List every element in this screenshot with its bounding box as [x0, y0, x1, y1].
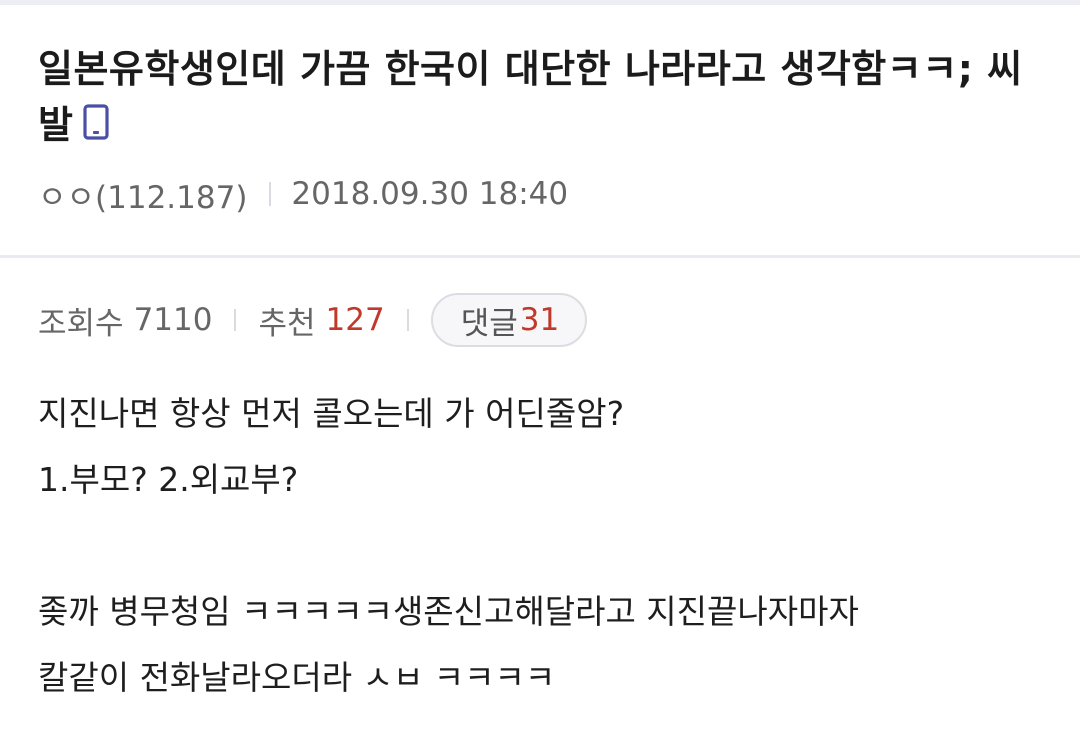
- body-line: 지진나면 항상 먼저 콜오는데 가 어딘줄암?: [38, 394, 625, 433]
- post-title-text: 일본유학생인데 가끔 한국이 대단한 나라라고 생각함ㅋㅋ; 씨발: [38, 47, 1023, 147]
- stats-divider: [234, 309, 237, 331]
- post-header: 일본유학생인데 가끔 한국이 대단한 나라라고 생각함ㅋㅋ; 씨발 ㅇㅇ(112…: [0, 5, 1080, 256]
- views-label: 조회수: [38, 305, 124, 342]
- post-stats: 조회수 7110 추천 127 댓글 31: [38, 288, 588, 352]
- recommend-count: 127: [325, 302, 385, 338]
- comments-label: 댓글: [460, 305, 518, 342]
- mobile-phone-icon: [83, 99, 110, 140]
- header-divider: [0, 255, 1080, 258]
- post-datetime: 2018.09.30 18:40: [291, 176, 569, 212]
- post-title: 일본유학생인데 가끔 한국이 대단한 나라라고 생각함ㅋㅋ; 씨발: [38, 41, 1050, 153]
- body-line: 1.부모? 2.외교부?: [38, 460, 299, 499]
- comments-count: 31: [519, 302, 560, 338]
- post-author[interactable]: ㅇㅇ(112.187): [38, 172, 247, 217]
- recommend-label: 추천: [258, 305, 316, 342]
- stats-divider: [406, 309, 409, 331]
- post-page: 일본유학생인데 가끔 한국이 대단한 나라라고 생각함ㅋㅋ; 씨발 ㅇㅇ(112…: [0, 0, 1080, 730]
- views-count: 7110: [133, 302, 213, 338]
- post-body: 지진나면 항상 먼저 콜오는데 가 어딘줄암? 1.부모? 2.외교부? 좆까 …: [38, 381, 1048, 711]
- body-blank-line: [38, 513, 1048, 579]
- body-line: 좆까 병무청임 ㅋㅋㅋㅋㅋ생존신고해달라고 지진끝나자마자: [38, 592, 859, 631]
- post-meta: ㅇㅇ(112.187) 2018.09.30 18:40: [38, 172, 1050, 217]
- meta-divider: [269, 182, 272, 206]
- comments-button[interactable]: 댓글 31: [430, 293, 588, 347]
- body-line: 칼같이 전화날라오더라 ㅅㅂ ㅋㅋㅋㅋ: [38, 658, 556, 697]
